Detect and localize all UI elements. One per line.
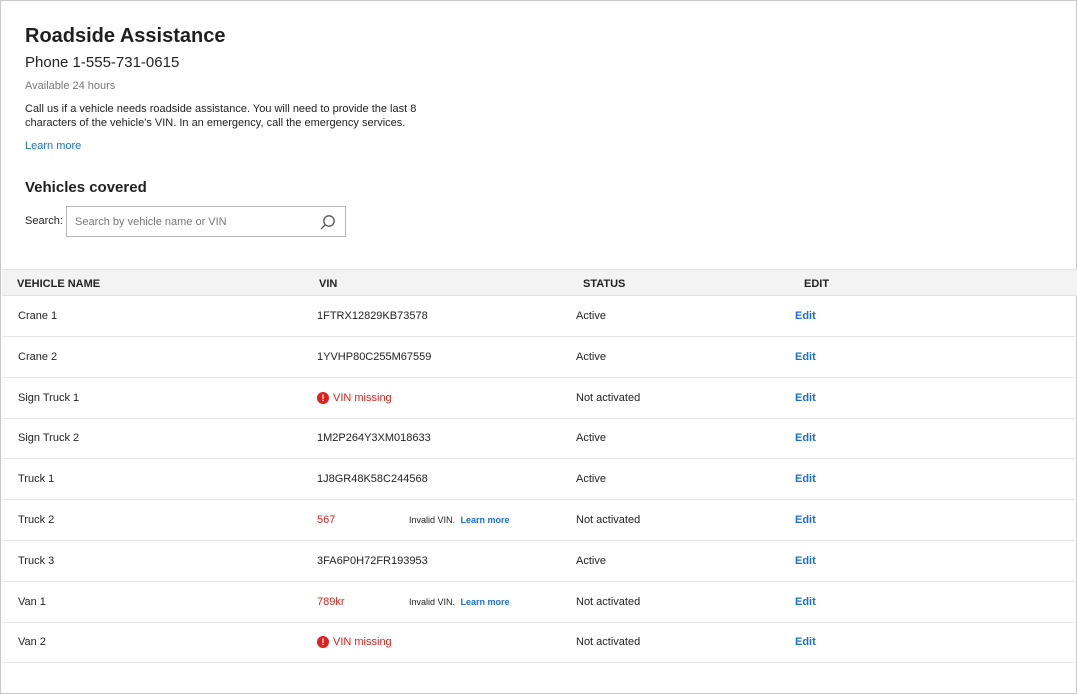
vehicle-name: Truck 2 [18,514,55,526]
invalid-vin-note: Invalid VIN. Learn more [409,597,510,607]
edit-vehicle-link[interactable]: Edit [795,636,816,648]
edit-vehicle-link[interactable]: Edit [795,310,816,322]
vin-value: 1J8GR48K58C244568 [317,473,428,486]
edit-vehicle-link[interactable]: Edit [795,473,816,485]
page-frame: Roadside Assistance Phone 1-555-731-0615… [0,0,1077,694]
edit-vehicle-link[interactable]: Edit [795,432,816,444]
edit-vehicle-link[interactable]: Edit [795,392,816,404]
search-input[interactable] [75,207,315,236]
vin-value: 789kr [317,595,345,608]
column-header-status: STATUS [583,278,626,290]
table-row: Truck 1 1J8GR48K58C244568 Active Edit [2,459,1077,501]
search-icon[interactable] [320,214,336,230]
vehicle-name: Sign Truck 2 [18,432,80,445]
vin-value: 567 [317,514,336,526]
vehicle-status: Active [576,554,606,567]
vehicle-status: Active [576,310,606,322]
error-icon: ! [317,391,329,404]
vin-missing: ! VIN missing [317,391,392,404]
table-row: Van 1 789kr Invalid VIN. Learn more Not … [2,582,1077,623]
invalid-vin-label: Invalid VIN. [409,596,456,607]
edit-vehicle-link[interactable]: Edit [795,555,816,567]
invalid-vin-learn-more-link[interactable]: Learn more [461,597,510,607]
invalid-vin-learn-more-link[interactable]: Learn more [461,515,510,525]
vin-value: 3FA6P0H72FR193953 [317,554,428,567]
vehicle-status: Active [576,473,606,486]
table-row: Sign Truck 1 ! VIN missing Not activated… [2,378,1077,419]
learn-more-link[interactable]: Learn more [25,140,81,152]
vehicle-name: Sign Truck 1 [18,391,80,404]
table-row: Truck 2 567 Invalid VIN. Learn more Not … [2,500,1077,541]
vehicle-status: Not activated [576,595,641,608]
vehicle-name: Crane 1 [18,310,58,322]
column-header-edit: EDIT [804,278,830,290]
vin-missing-label: VIN missing [333,636,392,649]
vehicle-name: Truck 1 [18,473,55,486]
column-header-vin: VIN [319,278,338,290]
assistance-description: Call us if a vehicle needs roadside assi… [25,103,417,129]
vin-value: 1FTRX12829KB73578 [317,310,428,322]
vehicle-name: Crane 2 [18,350,58,363]
vehicles-covered-heading: Vehicles covered [25,179,147,196]
search-label: Search: [25,215,63,227]
table-row: Van 2 ! VIN missing Not activated Edit [2,622,1077,664]
invalid-vin-note: Invalid VIN. Learn more [409,515,510,525]
edit-vehicle-link[interactable]: Edit [795,514,816,526]
vehicle-status: Not activated [576,391,641,404]
edit-vehicle-link[interactable]: Edit [795,351,816,363]
vehicle-status: Active [576,350,606,363]
vin-missing-label: VIN missing [333,391,392,404]
table-row: Truck 3 3FA6P0H72FR193953 Active Edit [2,541,1077,582]
table-row: Crane 1 1FTRX12829KB73578 Active Edit [2,296,1077,337]
page-title: Roadside Assistance [25,25,226,47]
edit-vehicle-link[interactable]: Edit [795,596,816,608]
vehicle-name: Van 2 [18,636,46,649]
table-row: Sign Truck 2 1M2P264Y3XM018633 Active Ed… [2,418,1077,460]
vin-missing: ! VIN missing [317,636,392,649]
table-row: Crane 2 1YVHP80C255M67559 Active Edit [2,337,1077,378]
phone-number: Phone 1-555-731-0615 [25,54,180,71]
vin-value: 1M2P264Y3XM018633 [317,432,431,445]
availability-text: Available 24 hours [25,80,116,92]
vehicle-status: Not activated [576,514,641,526]
vehicle-status: Active [576,432,606,445]
invalid-vin-label: Invalid VIN. [409,515,456,525]
vehicle-name: Truck 3 [18,554,55,567]
vin-value: 1YVHP80C255M67559 [317,350,432,363]
vehicle-status: Not activated [576,636,641,649]
table-header: VEHICLE NAME VIN STATUS EDIT [2,269,1077,296]
error-icon: ! [317,636,329,649]
column-header-vehicle-name: VEHICLE NAME [17,278,101,290]
vehicle-name: Van 1 [18,595,46,608]
search-box [66,206,346,237]
